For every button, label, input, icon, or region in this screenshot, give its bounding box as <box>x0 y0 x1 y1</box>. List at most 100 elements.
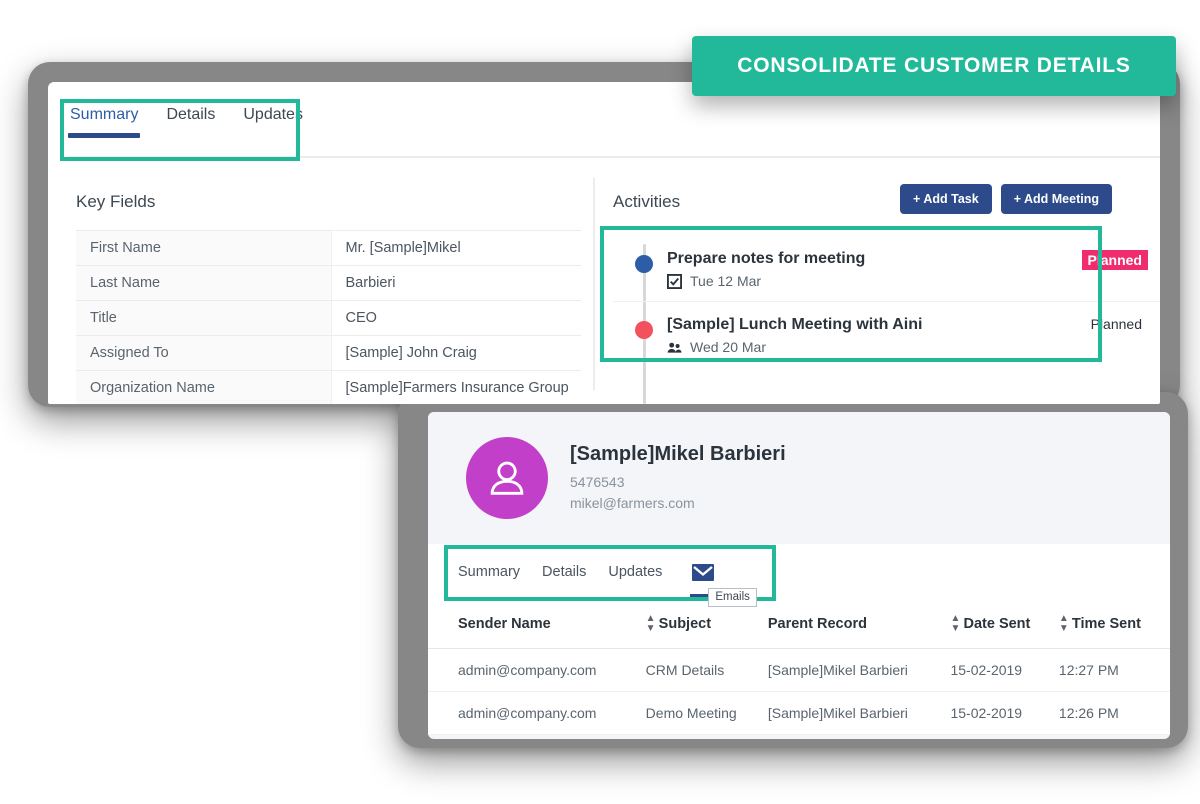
cell-subject: Demo Meeting <box>645 691 768 735</box>
column-header-parent-record[interactable]: Parent Record <box>767 600 951 649</box>
activity-content: Prepare notes for meeting Tue 12 Mar <box>667 250 1082 289</box>
cell-parent: [Sample]Mikel Barbieri <box>767 691 951 735</box>
field-label: Title <box>76 300 332 336</box>
field-value: Mr. [Sample]Mikel <box>345 240 461 256</box>
cell-sender: admin@company.com <box>428 691 646 735</box>
contact-phone: 5476543 <box>570 474 625 491</box>
top-panel-body: Key Fields First Name Mr. [Sample]Mikel … <box>48 172 1160 404</box>
person-icon <box>490 461 524 495</box>
activity-date: Tue 12 Mar <box>690 273 762 289</box>
bottom-tab-summary-label: Summary <box>458 564 521 580</box>
key-fields-column: Key Fields First Name Mr. [Sample]Mikel … <box>48 172 593 404</box>
bottom-tab-bar: Summary Details Updates Emails <box>428 544 1170 607</box>
status-badge: Planned <box>1081 250 1148 270</box>
people-icon <box>667 340 682 355</box>
screenshot-stage: Summary Details Updates Key Fields First… <box>0 0 1200 804</box>
contact-name: [Sample]Mikel Barbieri <box>570 443 786 466</box>
table-row[interactable]: admin@company.com Demo Meeting [Sample]M… <box>428 691 1170 735</box>
activity-meta: Tue 12 Mar <box>667 273 1082 289</box>
tab-details-label: Details <box>166 106 216 123</box>
add-task-button[interactable]: + Add Task <box>900 184 992 214</box>
bottom-tab-details[interactable]: Details <box>542 560 586 584</box>
table-header-row: Sender Name ▲ ▼ Subject Parent Record ▲ ▼ Da… <box>428 600 1170 649</box>
list-item[interactable]: [Sample] Lunch Meeting with Aini Wed 20 … <box>613 301 1160 367</box>
cell-time: 12:27 PM <box>1058 648 1170 692</box>
sort-icon: ▲ ▼ <box>950 613 961 634</box>
table-row: First Name Mr. [Sample]Mikel <box>76 230 581 266</box>
table-row: Organization Name [Sample]Farmers Insura… <box>76 370 581 404</box>
tab-updates-label: Updates <box>243 106 303 123</box>
activity-meta: Wed 20 Mar <box>667 339 1091 355</box>
table-row: Last Name Barbieri <box>76 265 581 301</box>
field-value: CEO <box>345 310 377 326</box>
cell-date: 15-02-2019 <box>950 648 1059 692</box>
table-row: Assigned To [Sample] John Craig <box>76 335 581 371</box>
contact-header: [Sample]Mikel Barbieri 5476543 mikel@far… <box>428 412 1170 544</box>
sort-icon: ▲ ▼ <box>1058 613 1069 634</box>
column-header-label: Sender Name <box>458 616 551 632</box>
bottom-tab-details-label: Details <box>542 564 587 580</box>
activities-action-buttons: + Add Task + Add Meeting <box>900 184 1112 214</box>
sort-icon: ▲ ▼ <box>645 613 656 634</box>
emails-table-body: admin@company.com CRM Details [Sample]Mi… <box>428 648 1170 735</box>
column-header-label: Subject <box>658 615 712 632</box>
field-label: Assigned To <box>76 335 332 371</box>
field-label: First Name <box>76 230 332 266</box>
top-tab-bar: Summary Details Updates <box>48 100 1160 162</box>
activity-title: [Sample] Lunch Meeting with Aini <box>667 316 923 333</box>
column-header-label: Parent Record <box>767 616 867 632</box>
column-header-date-sent[interactable]: ▲ ▼ Date Sent <box>950 600 1059 649</box>
callout-banner: CONSOLIDATE CUSTOMER DETAILS <box>692 36 1176 96</box>
table-row[interactable]: admin@company.com CRM Details [Sample]Mi… <box>428 648 1170 692</box>
list-item[interactable]: Prepare notes for meeting Tue 12 Mar Pla… <box>613 236 1160 301</box>
contact-detail-panel: [Sample]Mikel Barbieri 5476543 mikel@far… <box>428 412 1170 739</box>
avatar <box>466 437 548 519</box>
activities-timeline: Prepare notes for meeting Tue 12 Mar Pla… <box>613 236 1160 404</box>
column-header-time-sent[interactable]: ▲ ▼ Time Sent <box>1058 600 1170 649</box>
timeline-dot-task-icon <box>635 255 653 273</box>
activity-title: Prepare notes for meeting <box>667 250 866 267</box>
cell-subject: CRM Details <box>645 648 768 692</box>
activities-column: Activities + Add Task + Add Meeting Prep… <box>595 172 1160 404</box>
tab-details[interactable]: Details <box>164 100 217 138</box>
cell-time: 12:26 PM <box>1058 691 1170 735</box>
cell-parent: [Sample]Mikel Barbieri <box>767 648 951 692</box>
cell-sender: admin@company.com <box>428 648 646 692</box>
emails-table-head: Sender Name ▲ ▼ Subject Parent Record ▲ ▼ Da… <box>428 600 1170 649</box>
checkbox-checked-icon <box>667 273 682 289</box>
tab-updates[interactable]: Updates <box>241 100 305 138</box>
field-value: [Sample]Farmers Insurance Group <box>345 380 569 396</box>
tab-summary-label: Summary <box>70 106 139 123</box>
bottom-tab-summary[interactable]: Summary <box>458 560 520 584</box>
field-value: [Sample] John Craig <box>345 345 477 361</box>
envelope-icon <box>692 563 715 581</box>
bottom-tab-updates[interactable]: Updates <box>608 560 662 584</box>
column-header-subject[interactable]: ▲ ▼ Subject <box>645 600 768 649</box>
contact-summary-panel: Summary Details Updates Key Fields First… <box>48 82 1160 404</box>
column-header-label: Date Sent <box>963 615 1031 632</box>
timeline-dot-meeting-icon <box>635 321 653 339</box>
cell-date: 15-02-2019 <box>950 691 1059 735</box>
status-label: Planned <box>1090 316 1142 332</box>
table-row: Title CEO <box>76 300 581 336</box>
add-meeting-button[interactable]: + Add Meeting <box>1000 184 1112 214</box>
column-header-label: Time Sent <box>1071 615 1141 632</box>
emails-table: Sender Name ▲ ▼ Subject Parent Record ▲ ▼ Da… <box>428 600 1170 735</box>
bottom-tab-updates-label: Updates <box>608 564 663 580</box>
emails-table-container: Sender Name ▲ ▼ Subject Parent Record ▲ ▼ Da… <box>428 600 1170 735</box>
tab-summary[interactable]: Summary <box>68 100 141 138</box>
activities-title: Activities <box>613 192 681 211</box>
key-fields-title: Key Fields <box>76 192 156 211</box>
field-value: Barbieri <box>345 275 396 291</box>
bottom-tab-emails[interactable]: Emails <box>690 563 757 607</box>
key-fields-table: First Name Mr. [Sample]Mikel Last Name B… <box>76 230 581 404</box>
tab-bar-divider <box>68 156 1160 158</box>
contact-info: [Sample]Mikel Barbieri 5476543 mikel@far… <box>570 443 786 513</box>
activity-content: [Sample] Lunch Meeting with Aini Wed 20 … <box>667 316 1091 355</box>
column-header-sender-name[interactable]: Sender Name <box>428 600 646 649</box>
callout-banner-text: CONSOLIDATE CUSTOMER DETAILS <box>737 54 1131 77</box>
field-label: Organization Name <box>76 370 332 404</box>
activity-date: Wed 20 Mar <box>690 339 766 355</box>
field-label: Last Name <box>76 265 332 301</box>
contact-email: mikel@farmers.com <box>570 494 695 511</box>
